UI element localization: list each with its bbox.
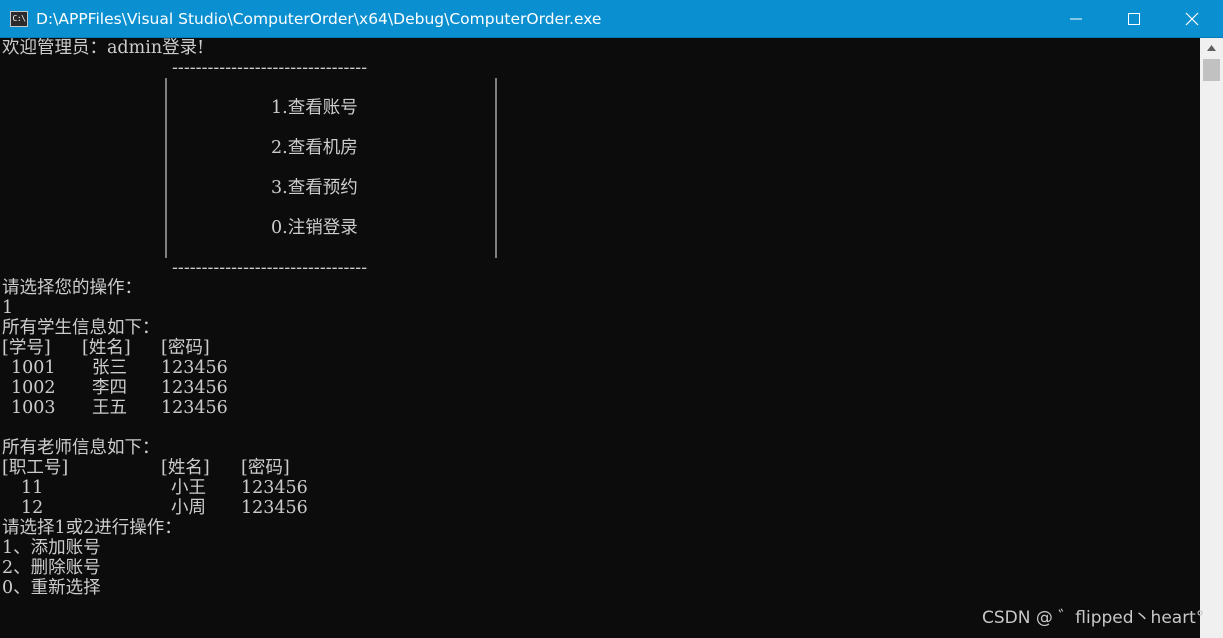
scroll-up-button[interactable] — [1200, 38, 1223, 58]
scroll-thumb[interactable] — [1203, 59, 1220, 81]
table-cell: 11 — [21, 478, 44, 498]
csdn-watermark: CSDN @ ゛flipped丶heart° — [982, 608, 1205, 628]
table-cell: 123456 — [241, 478, 308, 498]
console-app-icon: C:\ — [10, 11, 28, 27]
vertical-scrollbar[interactable] — [1200, 38, 1223, 638]
table-cell: 小王 — [171, 478, 206, 498]
table-cell: 张三 — [92, 358, 127, 378]
user-input[interactable]: 1 — [2, 298, 13, 318]
teachers-heading: 所有老师信息如下： — [2, 438, 160, 458]
teacher-header-id: [职工号] — [2, 458, 69, 478]
students-heading: 所有学生信息如下： — [2, 318, 160, 338]
table-cell: 李四 — [92, 378, 127, 398]
maximize-button[interactable] — [1105, 0, 1163, 38]
table-cell: 1001 — [11, 358, 56, 378]
table-cell: 123456 — [241, 498, 308, 518]
maximize-icon — [1128, 13, 1140, 25]
menu-right-border — [495, 78, 497, 258]
minimize-icon — [1070, 18, 1082, 20]
table-cell: 123456 — [161, 378, 228, 398]
table-cell: 1003 — [11, 398, 56, 418]
window-titlebar[interactable]: C:\ D:\APPFiles\Visual Studio\ComputerOr… — [0, 0, 1223, 38]
table-cell: 123456 — [161, 358, 228, 378]
table-cell: 小周 — [171, 498, 206, 518]
minimize-button[interactable] — [1047, 0, 1105, 38]
window-title: D:\APPFiles\Visual Studio\ComputerOrder\… — [36, 10, 602, 28]
table-cell: 12 — [21, 498, 44, 518]
option-add-account: 1、添加账号 — [2, 538, 101, 558]
welcome-text: 欢迎管理员：admin登录! — [2, 38, 205, 58]
close-button[interactable] — [1163, 0, 1221, 38]
menu-item-logout: 0.注销登录 — [271, 218, 358, 238]
choice-prompt: 请选择1或2进行操作： — [2, 518, 182, 538]
menu-item-view-accounts: 1.查看账号 — [271, 98, 358, 118]
student-header-password: [密码] — [161, 338, 210, 358]
table-cell: 1002 — [11, 378, 56, 398]
menu-bottom-border: --------------------------------- — [172, 258, 368, 278]
scroll-up-arrow-icon — [1207, 45, 1216, 51]
teacher-header-name: [姓名] — [161, 458, 210, 478]
close-icon — [1185, 12, 1199, 26]
student-header-id: [学号] — [2, 338, 51, 358]
student-header-name: [姓名] — [82, 338, 131, 358]
console-output[interactable]: 欢迎管理员：admin登录! -------------------------… — [0, 38, 1200, 638]
menu-top-border: --------------------------------- — [172, 58, 368, 78]
operation-prompt: 请选择您的操作： — [2, 278, 142, 298]
teacher-header-password: [密码] — [241, 458, 290, 478]
option-delete-account: 2、删除账号 — [2, 558, 101, 578]
menu-left-border — [165, 78, 167, 258]
table-cell: 王五 — [92, 398, 127, 418]
menu-item-view-orders: 3.查看预约 — [271, 178, 358, 198]
option-reselect: 0、重新选择 — [2, 578, 101, 598]
table-cell: 123456 — [161, 398, 228, 418]
menu-item-view-rooms: 2.查看机房 — [271, 138, 358, 158]
